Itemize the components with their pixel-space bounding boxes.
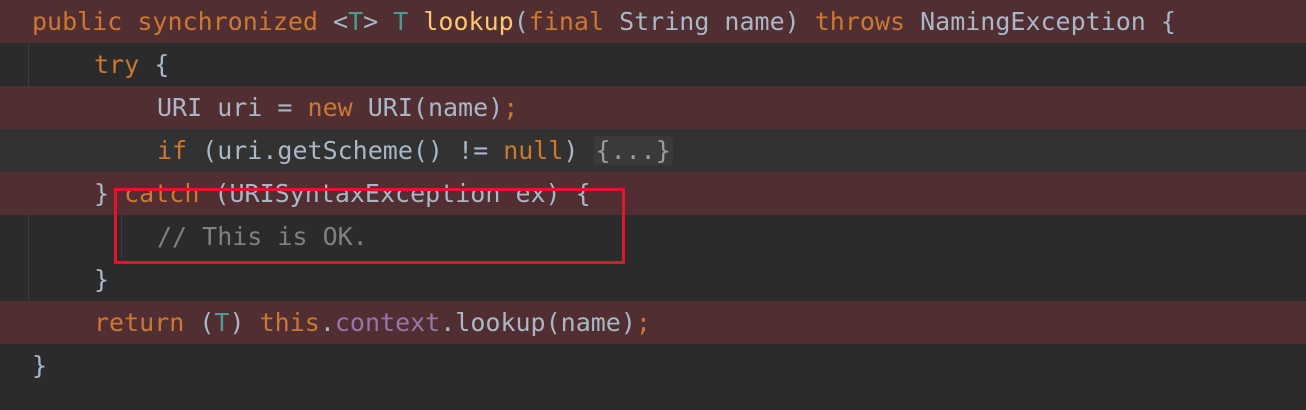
code-token: )	[563, 136, 594, 165]
code-token: if	[157, 136, 203, 165]
code-token: context	[334, 308, 441, 337]
code-token: ;	[635, 308, 651, 337]
code-token: return	[94, 308, 200, 337]
code-line-3[interactable]: URI uri = new URI(name);	[0, 86, 1306, 129]
code-token: URI(name)	[367, 93, 504, 122]
code-line-2[interactable]: try {	[0, 43, 1306, 86]
code-token: {	[154, 50, 170, 79]
code-line-2-text: try {	[94, 43, 169, 86]
code-token: (uri.getScheme() !=	[202, 136, 504, 165]
code-line-4[interactable]: if (uri.getScheme() != null) {...}	[0, 129, 1306, 172]
code-token: public	[32, 7, 138, 36]
code-line-7-text: }	[94, 258, 109, 301]
code-line-8-text: return (T) this.context.lookup(name);	[94, 301, 651, 344]
code-token: lookup	[423, 7, 514, 36]
code-token: )	[229, 308, 260, 337]
code-token: (	[513, 7, 529, 36]
code-token: >	[363, 7, 394, 36]
code-line-3-text: URI uri = new URI(name);	[157, 86, 518, 129]
code-line-9-text: }	[32, 344, 47, 387]
code-token: (	[199, 308, 215, 337]
code-token: T	[393, 7, 424, 36]
code-token: NamingException {	[920, 7, 1176, 36]
code-token: ;	[503, 93, 519, 122]
code-token: .lookup(name)	[440, 308, 636, 337]
code-token: final	[528, 7, 620, 36]
code-token: new	[307, 93, 368, 122]
code-token: T	[348, 7, 364, 36]
code-token: this	[259, 308, 320, 337]
code-line-9[interactable]: }	[0, 344, 1306, 387]
folded-code-region[interactable]: {...}	[593, 136, 673, 165]
code-token: String name)	[619, 7, 815, 36]
code-token: <	[333, 7, 349, 36]
code-line-7[interactable]: }	[0, 258, 1306, 301]
code-token: URI uri =	[157, 93, 308, 122]
code-line-1[interactable]: public synchronized <T> T lookup(final S…	[0, 0, 1306, 43]
code-line-8[interactable]: return (T) this.context.lookup(name);	[0, 301, 1306, 344]
code-token: null	[503, 136, 564, 165]
code-line-4-text: if (uri.getScheme() != null) {...}	[157, 129, 673, 172]
code-token: }	[94, 265, 110, 294]
code-token: T	[214, 308, 230, 337]
code-token: }	[32, 351, 48, 380]
highlight-annotation-box	[114, 188, 625, 264]
code-line-1-text: public synchronized <T> T lookup(final S…	[32, 0, 1176, 43]
code-token: try	[94, 50, 155, 79]
code-editor[interactable]: public synchronized <T> T lookup(final S…	[0, 0, 1306, 410]
code-token: throws	[814, 7, 921, 36]
code-token: .	[319, 308, 335, 337]
code-token: synchronized	[137, 7, 334, 36]
